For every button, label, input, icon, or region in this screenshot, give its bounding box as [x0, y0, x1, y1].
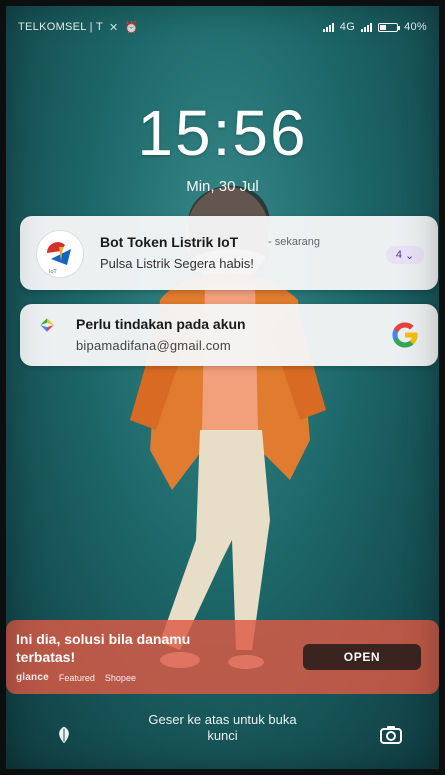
mute-icon: ✕ [109, 21, 119, 34]
battery-fill [380, 24, 387, 30]
notification-count: 4 [395, 249, 402, 261]
notification-count-toggle[interactable]: 4 ⌄ [386, 246, 424, 264]
status-left: TELKOMSEL | T ✕ ⏰ [18, 21, 139, 34]
notification-time: - sekarang [268, 236, 320, 248]
notification-bot-token[interactable]: IoT Bot Token Listrik IoT - sekarang Pul… [20, 216, 438, 290]
notification-separator: - [268, 236, 272, 248]
alarm-icon: ⏰ [124, 21, 139, 34]
status-bar: TELKOMSEL | T ✕ ⏰ 4G 40% [18, 18, 427, 36]
battery-icon [378, 22, 401, 32]
glance-headline: Ini dia, solusi bila danamu terbatas! [16, 631, 191, 665]
lockscreen-clock: 15:56 [137, 97, 308, 169]
notification-email: bipamadifana@gmail.com [76, 338, 231, 353]
glance-meta: glance Featured Shopee [16, 672, 136, 683]
signal-icon [322, 22, 334, 32]
status-right: 4G 40% [322, 21, 427, 33]
glance-tag-featured: Featured [58, 672, 95, 683]
google-logo-icon [392, 322, 418, 348]
carrier-name: TELKOMSEL | T [18, 21, 104, 33]
network-type: 4G [339, 21, 356, 33]
glance-brand: glance [16, 672, 49, 683]
google-play-services-icon [40, 318, 54, 332]
lock-screen[interactable]: TELKOMSEL | T ✕ ⏰ 4G 40% 15:56 Min, 30 J… [0, 0, 445, 775]
notification-message: Pulsa Listrik Segera habis! [100, 256, 254, 271]
notification-google-account[interactable]: Perlu tindakan pada akun bipamadifana@gm… [20, 304, 438, 366]
svg-text:IoT: IoT [49, 269, 58, 275]
notification-title: Perlu tindakan pada akun [76, 316, 246, 332]
glance-tag-shopee: Shopee [104, 672, 136, 683]
camera-shortcut-button[interactable] [377, 722, 405, 748]
open-button[interactable]: OPEN [303, 644, 421, 670]
notification-time-label: sekarang [274, 236, 320, 248]
notification-app-name: Bot Token Listrik IoT [100, 234, 239, 250]
glance-banner[interactable]: Ini dia, solusi bila danamu terbatas! gl… [6, 620, 439, 694]
lockscreen-date: Min, 30 Jul [186, 178, 259, 195]
chevron-down-icon: ⌄ [404, 249, 415, 262]
signal-2-icon [361, 22, 373, 32]
camera-icon [380, 726, 402, 744]
battery-text: 40% [404, 21, 427, 33]
bot-token-listrik-app-icon: IoT [36, 230, 84, 278]
